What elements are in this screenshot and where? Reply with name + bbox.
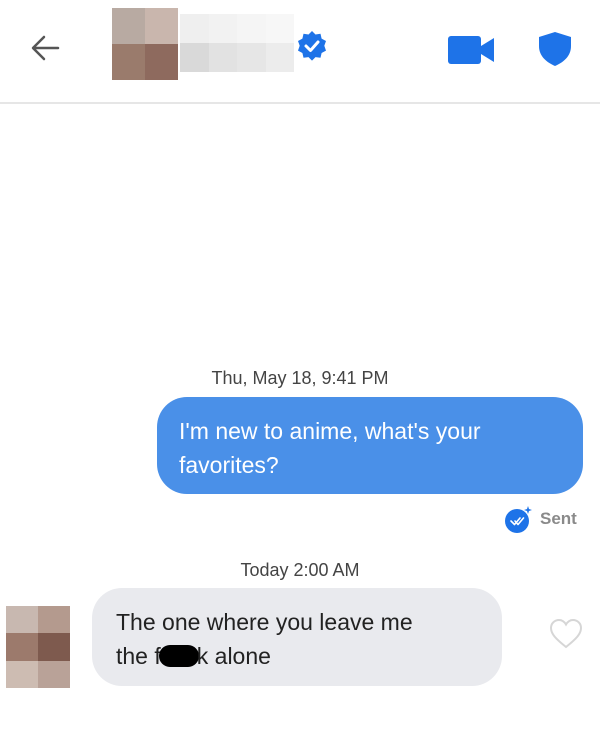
video-call-button[interactable] (448, 36, 496, 64)
shield-icon (539, 32, 571, 66)
redaction-mark (158, 645, 199, 667)
back-button[interactable] (28, 33, 62, 63)
read-receipt: Sent (504, 506, 577, 533)
sent-check-icon (504, 506, 532, 533)
message-text-line: The one where you leave me (116, 609, 413, 635)
message-text-fragment: the f (116, 643, 161, 669)
chat-header (0, 0, 600, 104)
verified-check-icon (296, 30, 328, 62)
video-camera-icon (448, 36, 494, 64)
sent-status-label: Sent (540, 509, 577, 528)
message-timestamp: Today 2:00 AM (240, 560, 360, 580)
safety-button[interactable] (538, 31, 572, 67)
like-message-button[interactable] (549, 618, 583, 650)
match-name-obscured[interactable] (180, 14, 294, 72)
message-timestamp: Thu, May 18, 9:41 PM (211, 368, 389, 388)
message-text-fragment: k alone (196, 643, 271, 669)
heart-outline-icon (549, 618, 583, 649)
sent-message-bubble[interactable]: I'm new to anime, what's your favorites? (157, 397, 583, 494)
match-avatar[interactable] (112, 8, 178, 80)
arrow-left-icon (31, 35, 60, 61)
sender-avatar[interactable] (6, 606, 70, 688)
received-message-bubble[interactable]: The one where you leave me the f k alone (92, 588, 502, 686)
